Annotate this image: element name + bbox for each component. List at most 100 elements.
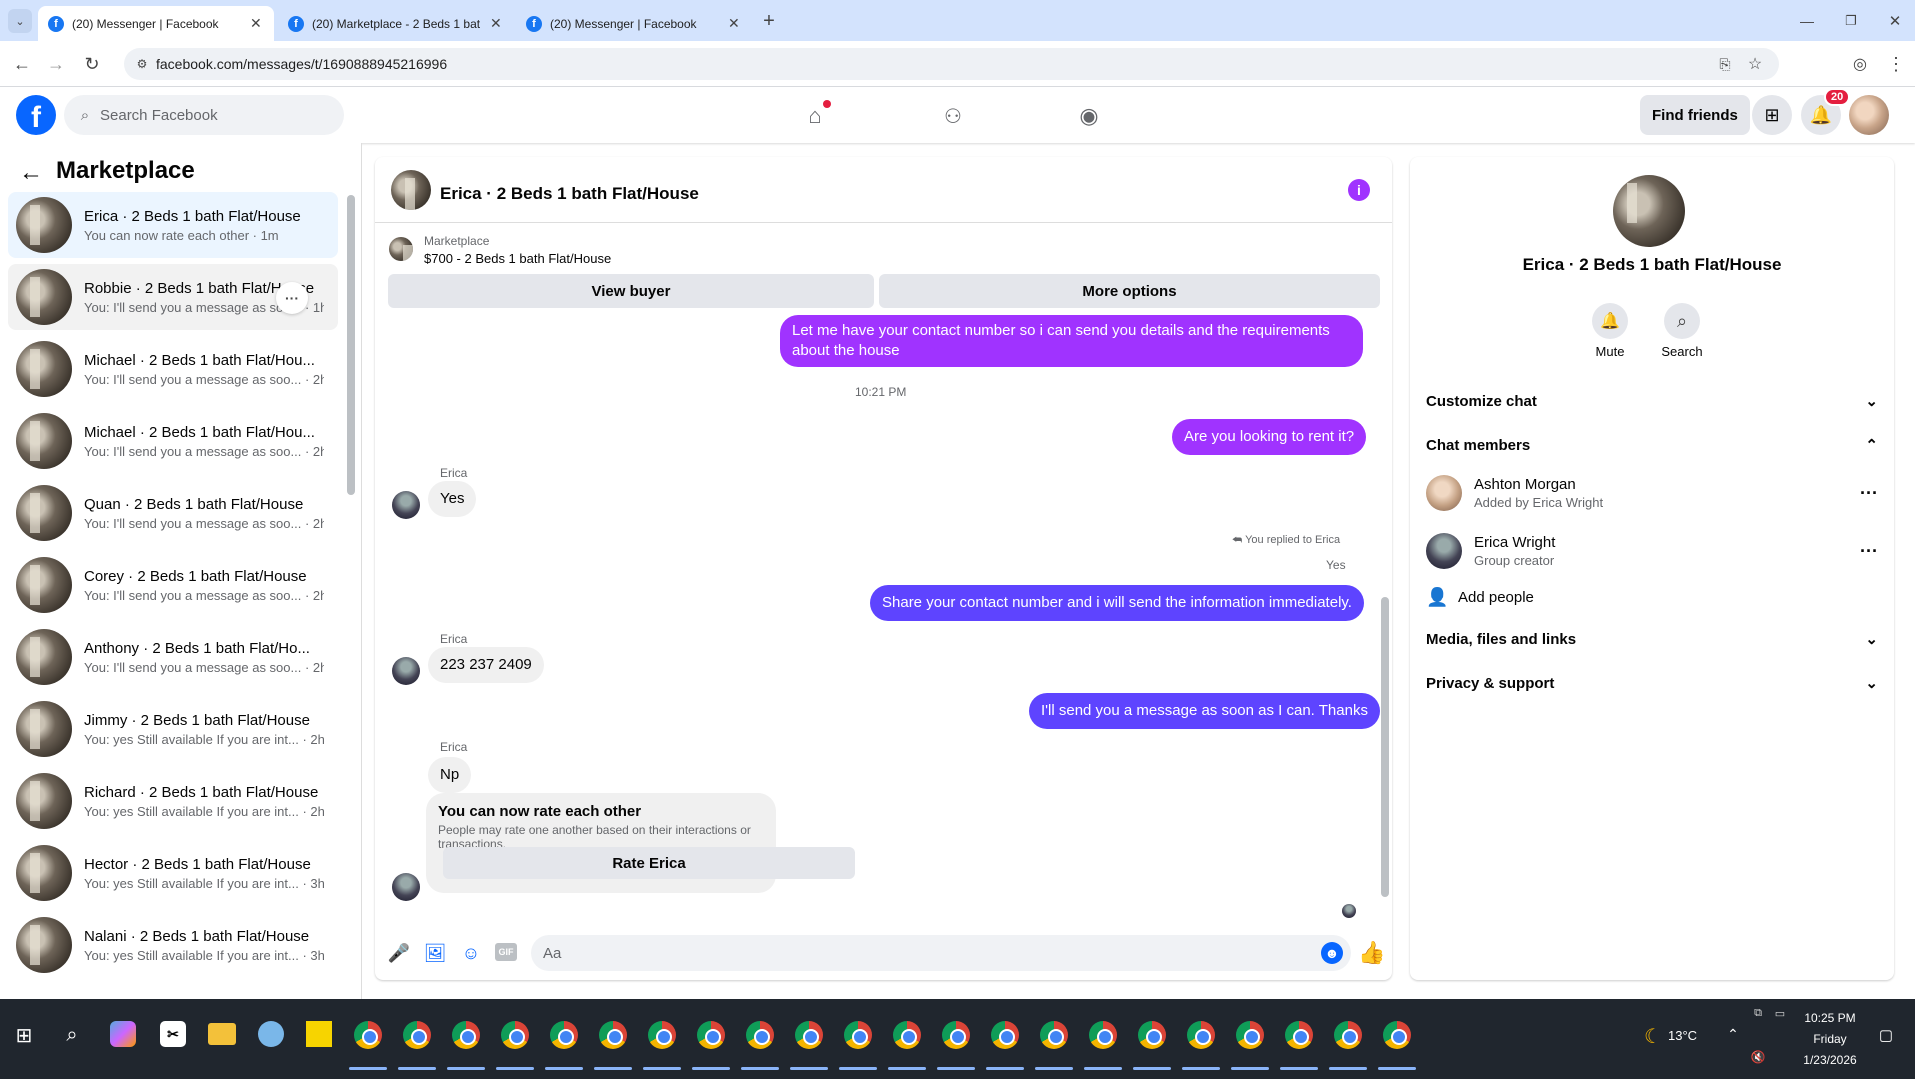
info-icon[interactable]: i bbox=[1348, 179, 1370, 201]
chrome-icon[interactable] bbox=[1187, 1021, 1215, 1049]
friends-icon[interactable]: ⚇ bbox=[938, 101, 968, 131]
new-tab-icon[interactable]: + bbox=[758, 10, 780, 32]
chrome-icon[interactable] bbox=[501, 1021, 529, 1049]
conversation-item[interactable]: Jimmy · 2 Beds 1 bath Flat/House You: yes… bbox=[8, 696, 338, 762]
conversation-item[interactable]: Quan · 2 Beds 1 bath Flat/House You: I'll… bbox=[8, 480, 338, 546]
mute-bell-icon[interactable]: 🔔 bbox=[1592, 303, 1628, 339]
capcut-icon[interactable]: ✂ bbox=[160, 1021, 186, 1047]
menu-grid-icon[interactable]: ⊞ bbox=[1752, 95, 1792, 135]
conversation-item[interactable]: Richard · 2 Beds 1 bath Flat/House You: y… bbox=[8, 768, 338, 834]
chrome-icon[interactable] bbox=[452, 1021, 480, 1049]
sender-avatar[interactable] bbox=[392, 657, 420, 685]
conversation-item[interactable]: Michael · 2 Beds 1 bath Flat/Hou... You: … bbox=[8, 408, 338, 474]
customize-chat-row[interactable]: Customize chat ⌄ bbox=[1426, 381, 1878, 421]
thumbs-up-icon[interactable]: 👍 bbox=[1358, 940, 1385, 966]
chrome-icon[interactable] bbox=[795, 1021, 823, 1049]
chrome-icon[interactable] bbox=[746, 1021, 774, 1049]
speaker-muted-icon[interactable]: 🔇 bbox=[1750, 1049, 1766, 1065]
restore-icon[interactable]: ❐ bbox=[1840, 10, 1862, 32]
sender-avatar[interactable] bbox=[392, 491, 420, 519]
chrome-icon[interactable] bbox=[1285, 1021, 1313, 1049]
chrome-icon[interactable] bbox=[648, 1021, 676, 1049]
forward-icon[interactable]: → bbox=[44, 52, 68, 76]
message-incoming[interactable]: Yes bbox=[428, 481, 477, 517]
chrome-icon[interactable] bbox=[599, 1021, 627, 1049]
member-row[interactable]: Erica Wright Group creator ··· bbox=[1426, 525, 1878, 577]
chrome-icon[interactable] bbox=[354, 1021, 382, 1049]
message-outgoing[interactable]: Let me have your contact number so i can… bbox=[780, 315, 1363, 367]
close-icon[interactable]: ✕ bbox=[490, 15, 502, 32]
gif-icon[interactable]: GIF bbox=[495, 943, 517, 961]
add-people-row[interactable]: 👤 Add people bbox=[1426, 577, 1878, 617]
file-explorer-icon[interactable] bbox=[208, 1023, 236, 1045]
url-field[interactable]: ⚙ facebook.com/messages/t/16908889452169… bbox=[124, 48, 1779, 80]
back-icon[interactable]: ← bbox=[10, 52, 34, 76]
conversation-item[interactable]: Erica · 2 Beds 1 bath Flat/House You can … bbox=[8, 192, 338, 258]
close-icon[interactable]: ✕ bbox=[250, 15, 262, 32]
chrome-icon[interactable] bbox=[697, 1021, 725, 1049]
chrome-icon[interactable] bbox=[1334, 1021, 1362, 1049]
more-options-button[interactable]: More options bbox=[879, 274, 1380, 308]
chat-scrollbar[interactable] bbox=[1381, 597, 1389, 897]
search-input[interactable]: ⌕ Search Facebook bbox=[64, 95, 344, 135]
chrome-icon[interactable] bbox=[844, 1021, 872, 1049]
conversation-item[interactable]: Anthony · 2 Beds 1 bath Flat/Ho... You: I… bbox=[8, 624, 338, 690]
groups-icon[interactable]: ◉ bbox=[1074, 101, 1104, 131]
app-icon[interactable] bbox=[258, 1021, 284, 1047]
scrollbar[interactable] bbox=[347, 195, 355, 495]
facebook-logo-icon[interactable]: f bbox=[16, 95, 56, 135]
member-row[interactable]: Ashton Morgan Added by Erica Wright ··· bbox=[1426, 467, 1878, 519]
message-incoming[interactable]: Np bbox=[428, 757, 472, 793]
windows-start-icon[interactable]: ⊞ bbox=[10, 1021, 38, 1049]
minimize-icon[interactable]: — bbox=[1796, 10, 1818, 32]
notification-center-icon[interactable]: ▢ bbox=[1876, 1025, 1896, 1045]
message-outgoing[interactable]: Are you looking to rent it? bbox=[1172, 419, 1367, 455]
copilot-icon[interactable] bbox=[110, 1021, 136, 1047]
sender-avatar[interactable] bbox=[392, 873, 420, 901]
chrome-icon[interactable] bbox=[1236, 1021, 1264, 1049]
more-options-icon[interactable]: ··· bbox=[276, 282, 308, 314]
sticker-icon[interactable]: ☺ bbox=[459, 941, 483, 965]
message-input[interactable]: Aa ☻ bbox=[531, 935, 1351, 971]
chat-avatar[interactable] bbox=[391, 170, 431, 210]
tab-search-icon[interactable]: ⌄ bbox=[8, 9, 32, 33]
tab-marketplace[interactable]: f (20) Marketplace - 2 Beds 1 bat ✕ bbox=[278, 6, 514, 41]
more-icon[interactable]: ··· bbox=[1860, 483, 1878, 504]
account-avatar[interactable] bbox=[1849, 95, 1889, 135]
conversation-item[interactable]: Corey · 2 Beds 1 bath Flat/House You: I'l… bbox=[8, 552, 338, 618]
tab-messenger-2[interactable]: f (20) Messenger | Facebook ✕ bbox=[516, 6, 752, 41]
find-friends-button[interactable]: Find friends bbox=[1640, 95, 1750, 135]
site-info-icon[interactable]: ⚙ bbox=[134, 56, 150, 72]
photo-icon[interactable]: 🖼 bbox=[423, 941, 447, 965]
search-icon[interactable]: ⌕ bbox=[1664, 303, 1700, 339]
message-incoming[interactable]: 223 237 2409 bbox=[428, 647, 544, 683]
chat-members-row[interactable]: Chat members ⌃ bbox=[1426, 425, 1878, 465]
chrome-icon[interactable] bbox=[991, 1021, 1019, 1049]
install-icon[interactable]: ⎘ bbox=[1715, 54, 1735, 74]
message-outgoing[interactable]: Share your contact number and i will sen… bbox=[870, 585, 1364, 621]
privacy-support-row[interactable]: Privacy & support ⌄ bbox=[1426, 663, 1878, 703]
reload-icon[interactable]: ↻ bbox=[80, 52, 104, 76]
chrome-icon[interactable] bbox=[403, 1021, 431, 1049]
search-icon[interactable]: ⌕ bbox=[58, 1021, 86, 1049]
view-buyer-button[interactable]: View buyer bbox=[388, 274, 874, 308]
conversation-item[interactable]: Hector · 2 Beds 1 bath Flat/House You: ye… bbox=[8, 840, 338, 906]
clock-time[interactable]: 10:25 PM bbox=[1800, 1011, 1860, 1025]
profile-icon[interactable]: ◎ bbox=[1848, 52, 1872, 76]
message-outgoing[interactable]: I'll send you a message as soon as I can… bbox=[1029, 693, 1380, 729]
tray-app-icon[interactable]: ⧉ bbox=[1750, 1005, 1766, 1021]
microphone-icon[interactable]: 🎤 bbox=[387, 941, 411, 965]
weather-temp[interactable]: 13°C bbox=[1668, 1028, 1697, 1043]
conversation-item[interactable]: Nalani · 2 Beds 1 bath Flat/House You: ye… bbox=[8, 912, 338, 978]
chrome-icon[interactable] bbox=[1040, 1021, 1068, 1049]
rate-erica-button[interactable]: Rate Erica bbox=[443, 847, 855, 879]
display-icon[interactable]: ▭ bbox=[1772, 1005, 1788, 1021]
conversation-item[interactable]: Robbie · 2 Beds 1 bath Flat/House You: I'… bbox=[8, 264, 338, 330]
weather-moon-icon[interactable]: ☾ bbox=[1640, 1023, 1666, 1049]
more-icon[interactable]: ··· bbox=[1860, 541, 1878, 562]
chrome-icon[interactable] bbox=[1138, 1021, 1166, 1049]
back-arrow-icon[interactable]: ← bbox=[18, 159, 44, 186]
listing-title[interactable]: $700 - 2 Beds 1 bath Flat/House bbox=[424, 251, 611, 266]
chat-title[interactable]: Erica · 2 Beds 1 bath Flat/House bbox=[440, 184, 699, 204]
tray-chevron-up-icon[interactable]: ⌃ bbox=[1724, 1025, 1742, 1043]
